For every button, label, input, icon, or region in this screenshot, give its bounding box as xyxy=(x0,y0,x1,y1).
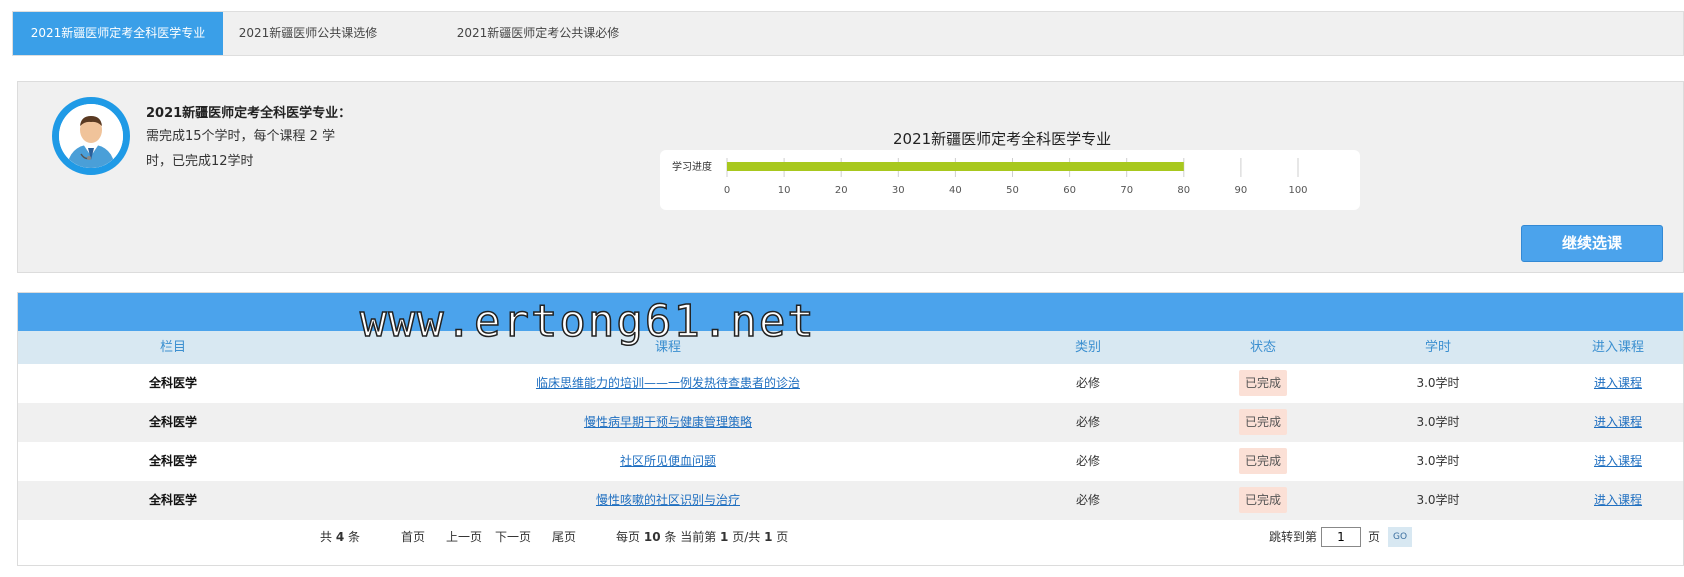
course-link[interactable]: 社区所见便血问题 xyxy=(620,454,716,468)
row-hours: 3.0学时 xyxy=(1416,493,1460,507)
tick-label: 10 xyxy=(778,185,791,196)
progress-panel: 2021新疆医师定考全科医学专业： 需完成15个学时，每个课程 2 学时，已完成… xyxy=(17,81,1684,273)
prev-page-link[interactable]: 上一页 xyxy=(446,522,482,552)
continue-select-course-button[interactable]: 继续选课 xyxy=(1521,225,1663,262)
program-title: 2021新疆医师定考全科医学专业： xyxy=(146,106,352,121)
tick-label: 40 xyxy=(949,185,962,196)
doctor-avatar-icon xyxy=(52,97,130,175)
first-page-link[interactable]: 首页 xyxy=(401,522,425,552)
row-type: 必修 xyxy=(1075,376,1100,390)
course-link[interactable]: 慢性咳嗽的社区识别与治疗 xyxy=(596,493,740,507)
pager-summary: 每页 10 条 当前第 1 页/共 1 页 xyxy=(616,530,789,544)
row-type: 必修 xyxy=(1075,454,1100,468)
status-badge: 已完成 xyxy=(1238,486,1287,513)
tab-public-required[interactable]: 2021新疆医师定考公共课必修 xyxy=(453,12,623,55)
header-column: 栏目 xyxy=(159,340,186,355)
header-course: 课程 xyxy=(654,340,681,355)
row-column: 全科医学 xyxy=(148,493,197,507)
last-page-link[interactable]: 尾页 xyxy=(552,522,576,552)
enter-course-link[interactable]: 进入课程 xyxy=(1594,493,1642,507)
table-row: 全科医学 慢性病早期干预与健康管理策略 必修 已完成 3.0学时 进入课程 xyxy=(18,403,1683,442)
row-column: 全科医学 xyxy=(148,415,197,429)
go-button[interactable]: GO xyxy=(1388,527,1412,547)
jump-page-input[interactable] xyxy=(1321,527,1361,547)
course-table: 栏目 课程 类别 状态 学时 进入课程 全科医学 临床思维能力的培训——一例发热… xyxy=(17,292,1684,566)
table-row: 全科医学 临床思维能力的培训——一例发热待查患者的诊治 必修 已完成 3.0学时… xyxy=(18,364,1683,403)
jump-label: 跳转到第 xyxy=(1269,530,1318,544)
program-requirement: 需完成15个学时，每个课程 2 学时，已完成12学时 xyxy=(146,129,336,169)
table-row: 全科医学 慢性咳嗽的社区识别与治疗 必修 已完成 3.0学时 进入课程 xyxy=(18,481,1683,520)
row-hours: 3.0学时 xyxy=(1416,415,1460,429)
enter-course-link[interactable]: 进入课程 xyxy=(1594,376,1642,390)
chart-title: 2021新疆医师定考全科医学专业 xyxy=(893,130,1112,148)
header-enter: 进入课程 xyxy=(1591,340,1644,355)
status-badge: 已完成 xyxy=(1238,369,1287,396)
tick-label: 0 xyxy=(724,185,730,196)
tick-label: 50 xyxy=(1006,185,1019,196)
jump-suffix: 页 xyxy=(1368,530,1381,544)
row-hours: 3.0学时 xyxy=(1416,454,1460,468)
tick-label: 80 xyxy=(1177,185,1190,196)
tick-label: 100 xyxy=(1288,185,1307,196)
table-header-bar xyxy=(18,293,1683,331)
row-hours: 3.0学时 xyxy=(1416,376,1460,390)
pager-total: 共 4 条 xyxy=(320,530,361,544)
tick-label: 30 xyxy=(892,185,905,196)
enter-course-link[interactable]: 进入课程 xyxy=(1594,454,1642,468)
next-page-link[interactable]: 下一页 xyxy=(495,522,531,552)
tab-bar: 2021新疆医师定考全科医学专业 2021新疆医师公共课选修 2021新疆医师定… xyxy=(12,11,1684,56)
pagination: 共 4 条 首页 上一页 下一页 尾页 每页 10 条 当前第 1 页/共 1 … xyxy=(18,522,1683,552)
course-link[interactable]: 临床思维能力的培训——一例发热待查患者的诊治 xyxy=(536,376,800,390)
row-type: 必修 xyxy=(1075,493,1100,507)
tick-label: 90 xyxy=(1235,185,1248,196)
status-badge: 已完成 xyxy=(1238,408,1287,435)
tab-public-elective[interactable]: 2021新疆医师公共课选修 xyxy=(223,12,393,55)
progress-chart-svg: 学习进度 0 10 20 30 40 50 60 70 80 90 100 xyxy=(672,158,1308,196)
category-label: 学习进度 xyxy=(672,160,712,173)
row-column: 全科医学 xyxy=(148,376,197,390)
header-type: 类别 xyxy=(1074,340,1101,355)
tick-label: 20 xyxy=(835,185,848,196)
header-status: 状态 xyxy=(1249,340,1276,355)
row-type: 必修 xyxy=(1075,415,1100,429)
row-column: 全科医学 xyxy=(148,454,197,468)
enter-course-link[interactable]: 进入课程 xyxy=(1594,415,1642,429)
status-badge: 已完成 xyxy=(1238,447,1287,474)
progress-bar xyxy=(727,162,1184,171)
tick-label: 60 xyxy=(1063,185,1076,196)
table-column-headers: 栏目 课程 类别 状态 学时 进入课程 xyxy=(18,331,1683,364)
progress-chart: 学习进度 0 10 20 30 40 50 60 70 80 90 100 xyxy=(660,150,1360,210)
course-link[interactable]: 慢性病早期干预与健康管理策略 xyxy=(584,415,752,429)
header-hours: 学时 xyxy=(1424,340,1451,355)
table-row: 全科医学 社区所见便血问题 必修 已完成 3.0学时 进入课程 xyxy=(18,442,1683,481)
tick-label: 70 xyxy=(1120,185,1133,196)
tab-general-medicine[interactable]: 2021新疆医师定考全科医学专业 xyxy=(13,12,223,55)
